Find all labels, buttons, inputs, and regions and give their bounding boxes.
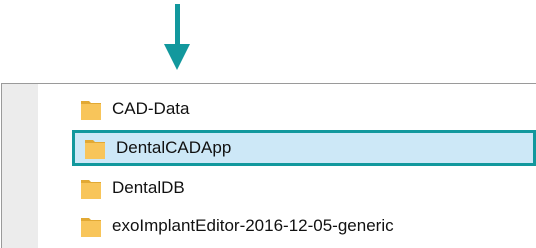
file-explorer-pane: CAD-Data DentalCADApp DentalDB exoImplan… bbox=[1, 83, 536, 248]
folder-item-exoimplanteditor[interactable]: exoImplantEditor-2016-12-05-generic bbox=[80, 209, 536, 243]
folder-icon bbox=[81, 101, 101, 120]
folder-icon bbox=[85, 140, 105, 159]
folder-item-dentaldb[interactable]: DentalDB bbox=[80, 171, 536, 205]
folder-name: CAD-Data bbox=[112, 99, 190, 118]
folder-name: DentalCADApp bbox=[116, 138, 232, 157]
folder-icon bbox=[81, 218, 101, 237]
navigation-pane-strip bbox=[2, 84, 38, 248]
down-arrow-icon bbox=[164, 4, 190, 70]
folder-item-dentalcadapp[interactable]: DentalCADApp bbox=[72, 130, 536, 166]
folder-name: exoImplantEditor-2016-12-05-generic bbox=[112, 216, 394, 235]
file-list: CAD-Data DentalCADApp DentalDB exoImplan… bbox=[38, 84, 536, 248]
folder-icon bbox=[81, 180, 101, 199]
folder-name: DentalDB bbox=[112, 178, 185, 197]
screenshot-stage: CAD-Data DentalCADApp DentalDB exoImplan… bbox=[0, 0, 536, 248]
folder-item-cad-data[interactable]: CAD-Data bbox=[80, 92, 536, 126]
